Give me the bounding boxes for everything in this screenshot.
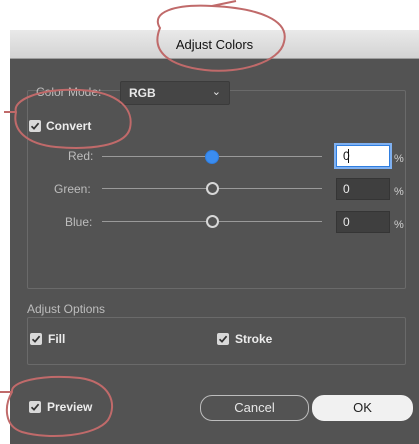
blue-percent-unit: % — [394, 219, 404, 231]
checkmark-icon — [31, 335, 41, 343]
green-slider-thumb[interactable] — [206, 182, 219, 195]
dialog-title: Adjust Colors — [175, 37, 254, 52]
blue-value-input[interactable]: 0 — [336, 211, 390, 233]
stroke-checkbox[interactable] — [217, 333, 229, 345]
red-label: Red: — [68, 149, 94, 163]
color-mode-label: Color Mode: — [36, 85, 102, 99]
text-caret — [348, 149, 349, 163]
adjust-options-title: Adjust Options — [27, 302, 106, 316]
color-mode-value: RGB — [129, 86, 156, 100]
green-label: Green: — [54, 182, 91, 196]
blue-label: Blue: — [65, 215, 93, 229]
green-value: 0 — [343, 182, 350, 196]
checkmark-icon — [30, 122, 40, 130]
preview-label: Preview — [47, 400, 93, 414]
color-mode-select[interactable]: RGB ⌄ — [120, 81, 230, 105]
green-percent-unit: % — [394, 186, 404, 198]
red-percent-unit: % — [394, 153, 404, 165]
preview-checkbox[interactable] — [29, 401, 41, 413]
green-value-input[interactable]: 0 — [336, 178, 390, 200]
blue-value: 0 — [343, 215, 350, 229]
fill-label: Fill — [48, 332, 66, 346]
checkmark-icon — [218, 335, 228, 343]
adjust-colors-dialog: Color Mode: RGB ⌄ Convert Red: 0 % Green… — [10, 59, 419, 444]
stroke-label: Stroke — [235, 332, 273, 346]
ok-button[interactable]: OK — [312, 395, 413, 421]
convert-label: Convert — [46, 119, 92, 133]
blue-slider-thumb[interactable] — [206, 215, 219, 228]
dialog-titlebar: Adjust Colors — [10, 30, 419, 59]
red-value-input[interactable]: 0 — [336, 145, 390, 167]
cancel-button[interactable]: Cancel — [200, 395, 309, 421]
fill-checkbox[interactable] — [30, 333, 42, 345]
convert-checkbox[interactable] — [29, 120, 41, 132]
chevron-down-icon: ⌄ — [211, 86, 221, 98]
red-slider-thumb[interactable] — [205, 150, 219, 164]
checkmark-icon — [30, 403, 40, 411]
